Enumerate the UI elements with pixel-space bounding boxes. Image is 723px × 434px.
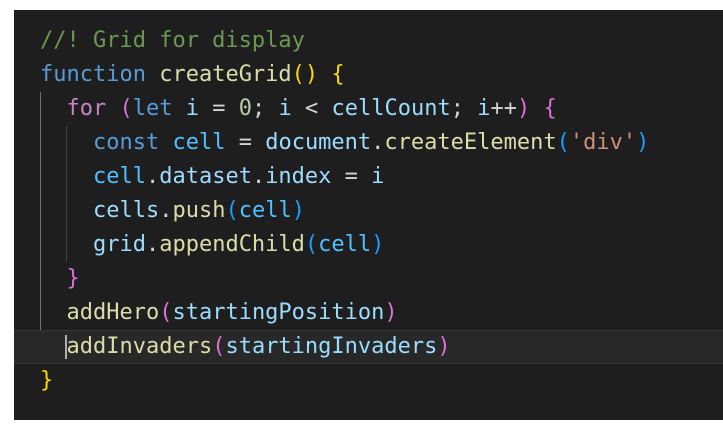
code-token: . xyxy=(371,130,385,155)
code-line[interactable]: cells.push(cell) xyxy=(14,194,723,228)
code-token: ( xyxy=(159,300,173,325)
code-token: < xyxy=(291,96,332,121)
code-token: ; xyxy=(450,96,478,121)
code-line[interactable]: function createGrid() { xyxy=(14,58,723,92)
code-line[interactable]: for (let i = 0; i < cellCount; i++) { xyxy=(14,92,723,126)
code-token: function xyxy=(40,62,146,87)
code-token: //! Grid for display xyxy=(40,28,305,53)
code-token: let xyxy=(132,96,173,121)
text-cursor xyxy=(65,335,68,359)
code-line[interactable]: } xyxy=(14,364,723,398)
code-token: 'div' xyxy=(569,130,637,155)
code-token: = xyxy=(199,96,239,121)
code-token: cell xyxy=(318,232,372,257)
code-token: ) xyxy=(437,334,451,359)
code-token: index xyxy=(265,164,332,189)
code-token: = xyxy=(331,164,372,189)
code-token: i xyxy=(477,96,491,121)
code-token: grid xyxy=(92,232,146,257)
code-line[interactable]: } xyxy=(14,262,723,296)
code-token: . xyxy=(251,164,266,189)
code-token: ( xyxy=(556,130,570,155)
code-token: dataset xyxy=(159,164,252,189)
code-token: . xyxy=(159,198,173,223)
code-token: push xyxy=(172,198,226,223)
code-token: () xyxy=(291,62,319,87)
code-token: addHero xyxy=(66,300,160,325)
code-token: startingInvaders xyxy=(225,334,438,359)
code-token: ) xyxy=(516,96,531,121)
code-token: . xyxy=(145,232,160,257)
code-token: { xyxy=(543,96,557,121)
code-token: document xyxy=(265,130,372,155)
code-token: = xyxy=(225,130,266,155)
code-token: addInvaders xyxy=(66,334,213,359)
code-token: ) xyxy=(371,232,385,257)
code-token: i xyxy=(371,164,385,189)
code-token: startingPosition xyxy=(172,300,385,325)
code-token: i xyxy=(278,96,292,121)
code-token: ( xyxy=(225,198,239,223)
code-token: ) xyxy=(384,300,398,325)
code-token: cells xyxy=(92,198,160,223)
code-token: ++ xyxy=(490,96,517,121)
code-token: 0 xyxy=(238,96,252,121)
code-token: appendChild xyxy=(159,232,305,257)
code-line[interactable]: const cell = document.createElement('div… xyxy=(14,126,723,160)
code-line[interactable]: addInvaders(startingInvaders) xyxy=(14,330,723,364)
code-token: ( xyxy=(119,96,133,121)
code-line[interactable]: grid.appendChild(cell) xyxy=(14,228,723,262)
code-line[interactable]: addHero(startingPosition) xyxy=(14,296,723,330)
code-token: ) xyxy=(636,130,650,155)
code-token: { xyxy=(331,62,345,87)
code-editor[interactable]: //! Grid for display function createGrid(… xyxy=(14,10,723,420)
code-token: const xyxy=(92,130,160,155)
code-token: } xyxy=(66,266,80,291)
code-token: . xyxy=(145,164,160,189)
code-token: cell xyxy=(92,164,146,189)
code-token: i xyxy=(185,96,199,121)
code-token: ; xyxy=(252,96,279,121)
code-line[interactable]: cell.dataset.index = i xyxy=(14,160,723,194)
code-token: } xyxy=(40,368,54,393)
code-token: cell xyxy=(172,130,226,155)
code-token: ( xyxy=(304,232,319,257)
code-token: createElement xyxy=(384,130,557,155)
code-token: createGrid xyxy=(159,62,292,87)
code-line[interactable]: //! Grid for display xyxy=(14,24,723,58)
code-token: cellCount xyxy=(331,96,451,121)
code-token: ( xyxy=(212,334,226,359)
code-token: for xyxy=(66,96,107,121)
code-token: ) xyxy=(291,198,305,223)
code-token: cell xyxy=(238,198,292,223)
